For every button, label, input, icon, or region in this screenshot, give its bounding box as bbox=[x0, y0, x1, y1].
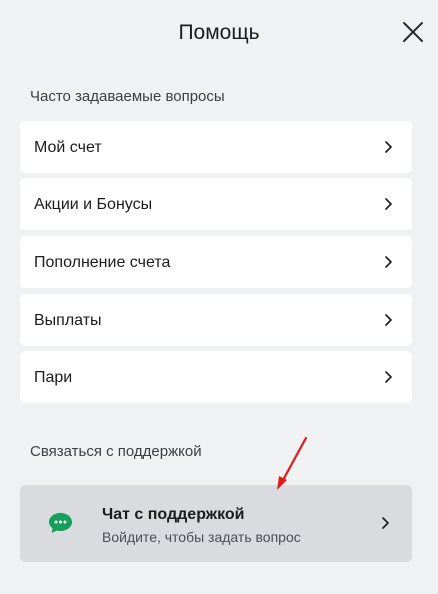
chevron-right-icon bbox=[382, 517, 389, 529]
faq-item-promotions-bonuses[interactable]: Акции и Бонусы bbox=[20, 178, 412, 230]
chat-title: Чат с поддержкой bbox=[102, 506, 245, 523]
support-chat-button[interactable]: Чат с поддержкой Войдите, чтобы задать в… bbox=[20, 485, 412, 562]
faq-section-label: Часто задаваемые вопросы bbox=[30, 88, 225, 105]
chevron-right-icon bbox=[385, 198, 392, 210]
chevron-right-icon bbox=[385, 141, 392, 153]
faq-item-withdrawals[interactable]: Выплаты bbox=[20, 294, 412, 346]
chat-subtitle: Войдите, чтобы задать вопрос bbox=[102, 529, 301, 545]
chevron-right-icon bbox=[385, 256, 392, 268]
faq-item-label: Акции и Бонусы bbox=[34, 196, 153, 213]
faq-item-my-account[interactable]: Мой счет bbox=[20, 121, 412, 173]
chat-bubble-icon bbox=[49, 513, 72, 533]
panel-header: Помощь bbox=[0, 0, 438, 64]
chevron-right-icon bbox=[385, 314, 392, 326]
faq-item-label: Выплаты bbox=[34, 312, 102, 329]
page-title: Помощь bbox=[178, 21, 260, 44]
chevron-right-icon bbox=[385, 371, 392, 383]
faq-item-label: Пополнение счета bbox=[34, 254, 171, 271]
faq-item-deposit[interactable]: Пополнение счета bbox=[20, 236, 412, 288]
faq-item-label: Мой счет bbox=[34, 139, 102, 156]
faq-item-bets[interactable]: Пари bbox=[20, 351, 412, 403]
close-icon[interactable] bbox=[402, 21, 424, 43]
support-section-label: Связаться с поддержкой bbox=[30, 443, 202, 460]
faq-item-label: Пари bbox=[34, 369, 73, 386]
